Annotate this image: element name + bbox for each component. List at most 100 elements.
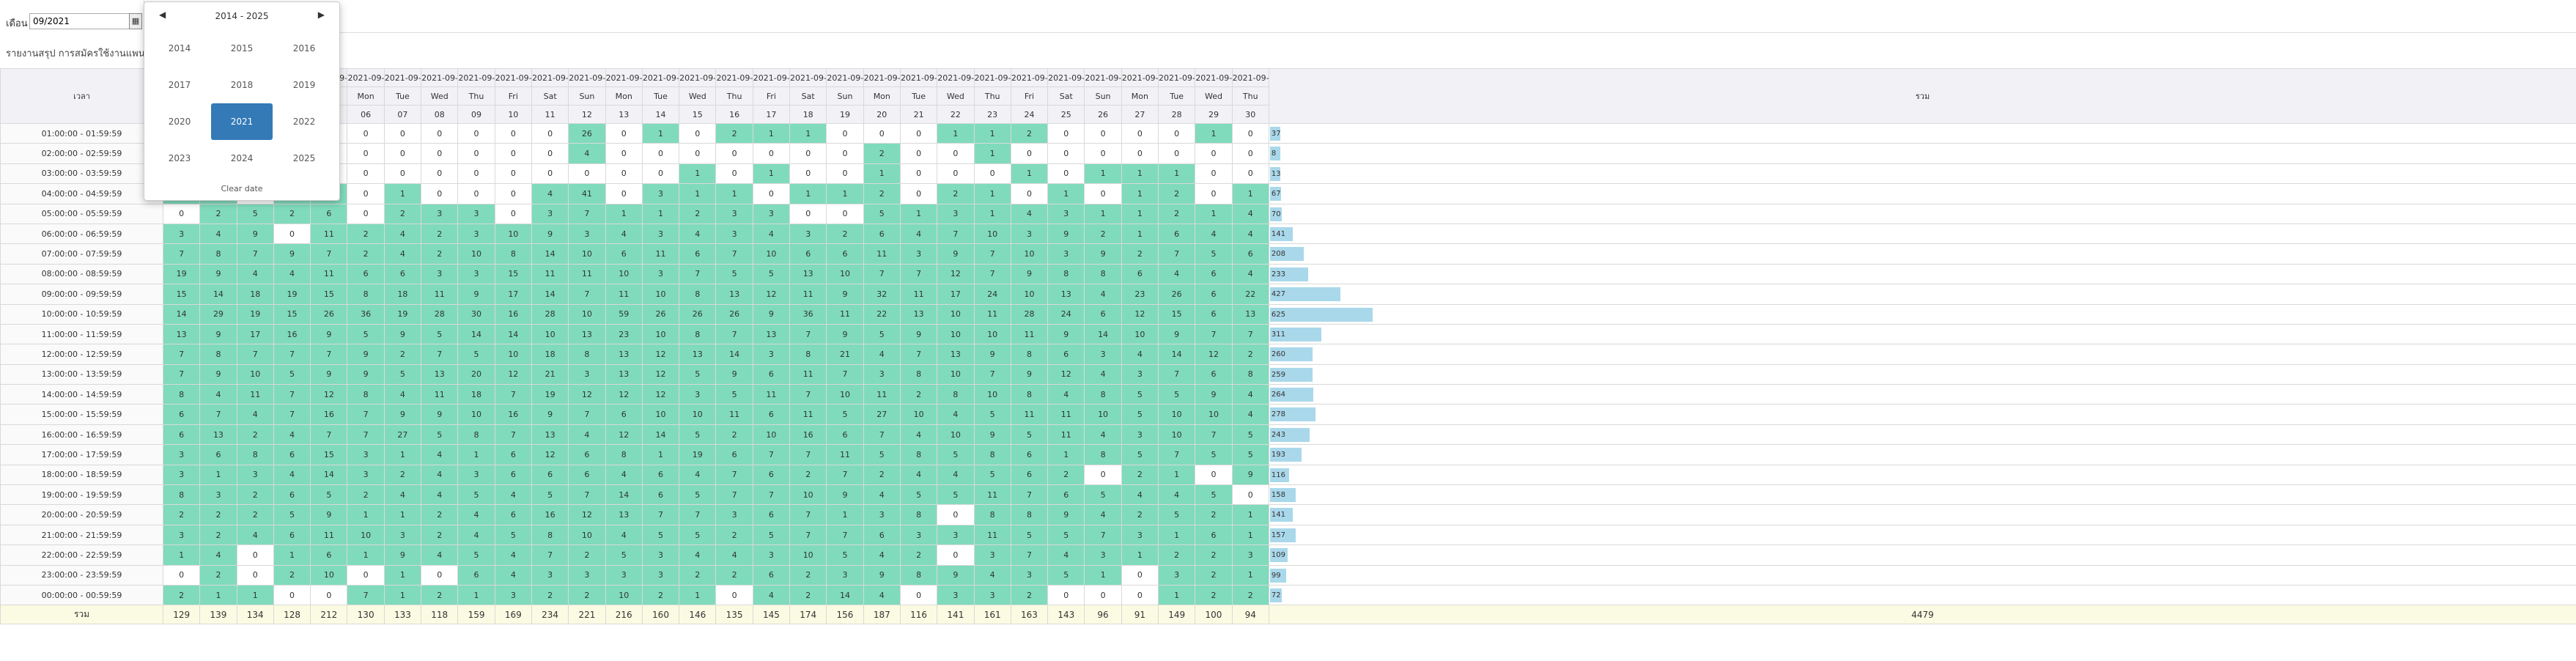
year-option[interactable]: 2019 bbox=[273, 67, 335, 103]
count-cell: 10 bbox=[937, 363, 975, 385]
count-cell: 0 bbox=[863, 122, 901, 144]
count-cell: 2 bbox=[899, 544, 938, 566]
time-cell: 02:00:00 - 02:59:59 bbox=[0, 143, 163, 164]
year-option[interactable]: 2018 bbox=[211, 67, 273, 103]
year-option[interactable]: 2017 bbox=[149, 67, 210, 103]
count-cell: 2 bbox=[863, 143, 901, 164]
column-header-date: 2021-09-11 bbox=[531, 68, 569, 87]
count-cell: 9 bbox=[347, 363, 385, 385]
count-cell: 3 bbox=[937, 524, 975, 546]
count-cell: 2 bbox=[1158, 203, 1196, 224]
year-option[interactable]: 2016 bbox=[273, 30, 335, 67]
count-cell: 10 bbox=[605, 584, 643, 606]
row-total-cell: 243 bbox=[1268, 424, 2576, 446]
count-cell: 4 bbox=[1158, 484, 1196, 506]
count-cell: 12 bbox=[641, 363, 680, 385]
column-header-weekday: Fri bbox=[1010, 86, 1049, 106]
count-cell: 7 bbox=[310, 243, 348, 265]
count-cell: 6 bbox=[752, 363, 791, 385]
count-cell: 3 bbox=[752, 203, 791, 224]
count-cell: 0 bbox=[1195, 163, 1233, 185]
row-total-bar: 193 bbox=[1269, 448, 1302, 462]
year-option[interactable]: 2022 bbox=[273, 103, 335, 140]
count-cell: 8 bbox=[236, 444, 274, 465]
count-cell: 11 bbox=[715, 404, 753, 425]
column-header-day: 16 bbox=[715, 105, 753, 124]
clear-date-button[interactable]: Clear date bbox=[144, 184, 339, 193]
count-cell: 0 bbox=[937, 544, 975, 566]
footer-total-cell: 163 bbox=[1010, 605, 1049, 625]
count-cell: 2 bbox=[162, 504, 201, 525]
next-decade-icon[interactable]: ▶ bbox=[318, 10, 325, 20]
count-cell: 7 bbox=[899, 263, 938, 285]
row-total-bar: 109 bbox=[1269, 548, 1288, 563]
count-cell: 3 bbox=[1047, 243, 1085, 265]
count-cell: 3 bbox=[162, 464, 201, 486]
time-cell: 09:00:00 - 09:59:59 bbox=[0, 284, 163, 305]
count-cell: 5 bbox=[1158, 384, 1196, 405]
count-cell: 3 bbox=[973, 544, 1011, 566]
table-row: 18:00:00 - 18:59:59 3 1 3 4 14 3 2 4 3 6 6 6 4 6 4 7 6 2 7 2… bbox=[0, 464, 2576, 486]
column-header-day: 11 bbox=[531, 105, 569, 124]
column-header-weekday: Sat bbox=[789, 86, 827, 106]
count-cell: 8 bbox=[899, 504, 938, 525]
count-cell: 13 bbox=[789, 263, 827, 285]
year-option[interactable]: 2023 bbox=[149, 140, 210, 177]
year-option[interactable]: 2020 bbox=[149, 103, 210, 140]
count-cell: 8 bbox=[973, 444, 1011, 465]
count-cell: 3 bbox=[641, 564, 680, 586]
count-cell: 8 bbox=[1084, 263, 1122, 285]
count-cell: 10 bbox=[789, 484, 827, 506]
count-cell: 1 bbox=[383, 504, 422, 525]
count-cell: 0 bbox=[789, 203, 827, 224]
count-cell: 28 bbox=[531, 303, 569, 325]
count-cell: 8 bbox=[1084, 444, 1122, 465]
count-cell: 5 bbox=[679, 524, 717, 546]
count-cell: 3 bbox=[457, 223, 495, 245]
count-cell: 0 bbox=[789, 163, 827, 185]
column-header-date: 2021-09-20 bbox=[863, 68, 901, 87]
count-cell: 7 bbox=[826, 464, 864, 486]
count-cell: 1 bbox=[383, 444, 422, 465]
count-cell: 6 bbox=[605, 243, 643, 265]
count-cell: 11 bbox=[310, 263, 348, 285]
month-input[interactable] bbox=[29, 13, 132, 29]
row-total-cell: 427 bbox=[1268, 284, 2576, 305]
table-row: 09:00:00 - 09:59:59 15 14 18 19 15 8 18 11 9 17 14 7… bbox=[0, 284, 2576, 305]
count-cell: 0 bbox=[494, 203, 532, 224]
decade-range[interactable]: 2014 - 2025 bbox=[144, 11, 339, 21]
year-option[interactable]: 2025 bbox=[273, 140, 335, 177]
year-option[interactable]: 2014 bbox=[149, 30, 210, 67]
footer-total-cell: 91 bbox=[1121, 605, 1159, 625]
count-cell: 5 bbox=[1047, 524, 1085, 546]
year-option[interactable]: 2021 bbox=[211, 103, 273, 140]
count-cell: 6 bbox=[1195, 524, 1233, 546]
count-cell: 7 bbox=[236, 243, 274, 265]
count-cell: 4 bbox=[568, 424, 606, 446]
count-cell: 2 bbox=[715, 564, 753, 586]
count-cell: 1 bbox=[789, 183, 827, 204]
footer-total-cell: 141 bbox=[937, 605, 975, 625]
year-option[interactable]: 2015 bbox=[211, 30, 273, 67]
count-cell: 8 bbox=[347, 384, 385, 405]
count-cell: 8 bbox=[1231, 363, 1269, 385]
count-cell: 18 bbox=[531, 344, 569, 365]
count-cell: 13 bbox=[1047, 284, 1085, 305]
column-header-weekday: Fri bbox=[752, 86, 791, 106]
row-total-cell: 141 bbox=[1268, 223, 2576, 245]
count-cell: 5 bbox=[421, 424, 459, 446]
table-row: 15:00:00 - 15:59:59 6 7 4 7 16 7 9 9 10 16 9 7 6 10 10 1… bbox=[0, 404, 2576, 425]
count-cell: 6 bbox=[273, 484, 311, 506]
count-cell: 1 bbox=[1158, 464, 1196, 486]
table-row: 19:00:00 - 19:59:59 8 3 2 6 5 2 4 4 5 4 5 7 14 6 5 7 7 10 9… bbox=[0, 484, 2576, 506]
count-cell: 7 bbox=[1084, 524, 1122, 546]
count-cell: 4 bbox=[899, 464, 938, 486]
count-cell: 19 bbox=[679, 444, 717, 465]
count-cell: 4 bbox=[605, 464, 643, 486]
count-cell: 5 bbox=[531, 484, 569, 506]
calendar-icon[interactable]: ▦ bbox=[129, 13, 142, 29]
year-option[interactable]: 2024 bbox=[211, 140, 273, 177]
count-cell: 7 bbox=[789, 444, 827, 465]
count-cell: 6 bbox=[1195, 363, 1233, 385]
count-cell: 3 bbox=[236, 464, 274, 486]
